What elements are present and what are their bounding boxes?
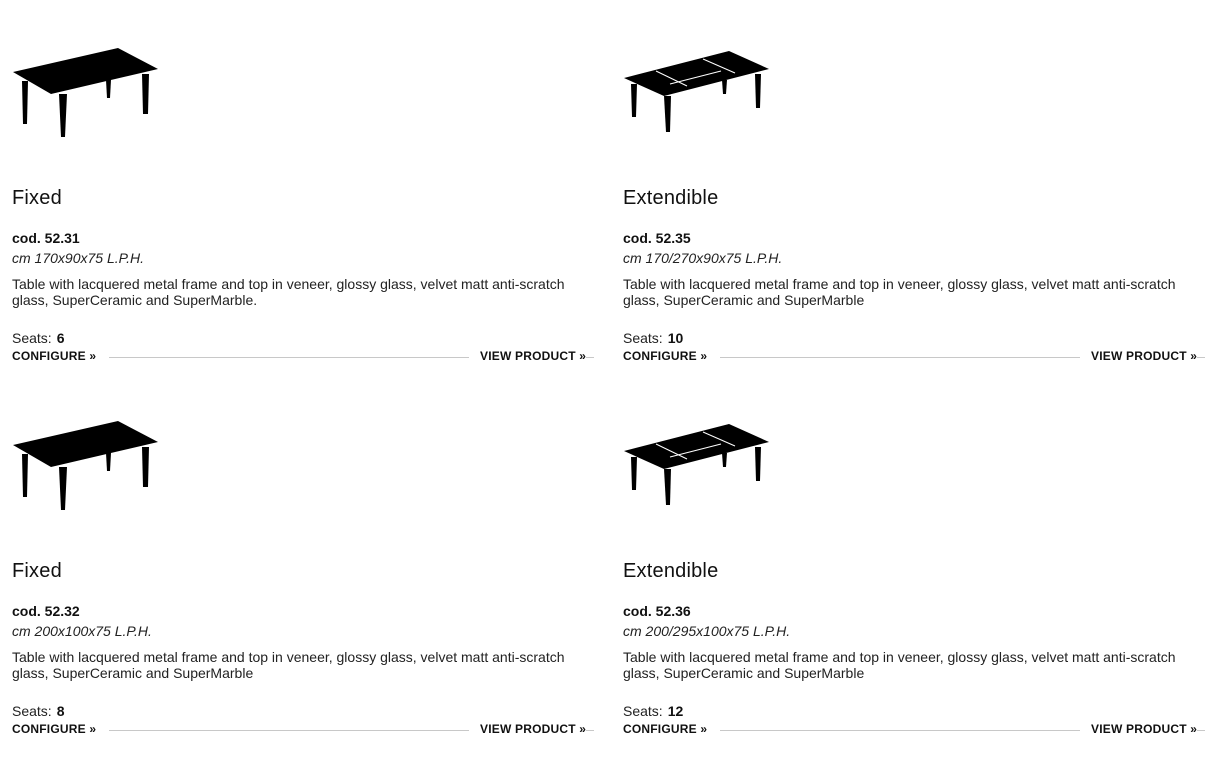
product-code: cod. 52.31: [12, 230, 80, 246]
seats-label: Seats:: [623, 330, 663, 346]
configure-link[interactable]: CONFIGURE »: [623, 348, 707, 364]
divider: [586, 730, 594, 731]
product-code: cod. 52.32: [12, 603, 80, 619]
product-dimensions: cm 200x100x75 L.P.H.: [12, 623, 152, 639]
fixed-table-icon[interactable]: [12, 417, 160, 513]
product-card: Fixed cod. 52.32 cm 200x100x75 L.P.H. Ta…: [12, 373, 594, 746]
product-description: Table with lacquered metal frame and top…: [623, 276, 1176, 308]
product-card: Fixed cod. 52.31 cm 170x90x75 L.P.H. Tab…: [12, 0, 594, 373]
configure-link[interactable]: CONFIGURE »: [12, 348, 96, 364]
product-type-title: Fixed: [12, 187, 62, 209]
product-card: Extendible cod. 52.35 cm 170/270x90x75 L…: [623, 0, 1205, 373]
view-product-link[interactable]: VIEW PRODUCT »: [480, 721, 586, 737]
product-card: Extendible cod. 52.36 cm 200/295x100x75 …: [623, 373, 1205, 746]
divider: [720, 730, 1080, 731]
seats-label: Seats:: [12, 330, 52, 346]
seats-info: Seats: 12: [623, 702, 683, 720]
product-type-title: Extendible: [623, 187, 719, 209]
product-type-title: Fixed: [12, 560, 62, 582]
divider: [109, 730, 469, 731]
view-product-link[interactable]: VIEW PRODUCT »: [1091, 348, 1197, 364]
extendible-table-icon[interactable]: [623, 417, 771, 513]
divider: [1197, 357, 1205, 358]
product-code: cod. 52.36: [623, 603, 691, 619]
seats-label: Seats:: [12, 703, 52, 719]
product-dimensions: cm 170x90x75 L.P.H.: [12, 250, 145, 266]
product-dimensions: cm 170/270x90x75 L.P.H.: [623, 250, 783, 266]
view-product-link[interactable]: VIEW PRODUCT »: [480, 348, 586, 364]
product-description: Table with lacquered metal frame and top…: [623, 649, 1176, 681]
product-description: Table with lacquered metal frame and top…: [12, 649, 565, 681]
divider: [109, 357, 469, 358]
product-code: cod. 52.35: [623, 230, 691, 246]
seats-info: Seats: 10: [623, 329, 683, 347]
seats-info: Seats: 8: [12, 702, 65, 720]
configure-link[interactable]: CONFIGURE »: [12, 721, 96, 737]
extendible-table-icon[interactable]: [623, 44, 771, 140]
view-product-link[interactable]: VIEW PRODUCT »: [1091, 721, 1197, 737]
configure-link[interactable]: CONFIGURE »: [623, 721, 707, 737]
divider: [586, 357, 594, 358]
seats-label: Seats:: [623, 703, 663, 719]
seats-value: 12: [667, 703, 684, 719]
seats-value: 10: [667, 330, 684, 346]
product-type-title: Extendible: [623, 560, 719, 582]
seats-value: 6: [56, 330, 65, 346]
seats-info: Seats: 6: [12, 329, 65, 347]
divider: [1197, 730, 1205, 731]
divider: [720, 357, 1080, 358]
seats-value: 8: [56, 703, 65, 719]
fixed-table-icon[interactable]: [12, 44, 160, 140]
product-description: Table with lacquered metal frame and top…: [12, 276, 565, 308]
product-dimensions: cm 200/295x100x75 L.P.H.: [623, 623, 791, 639]
